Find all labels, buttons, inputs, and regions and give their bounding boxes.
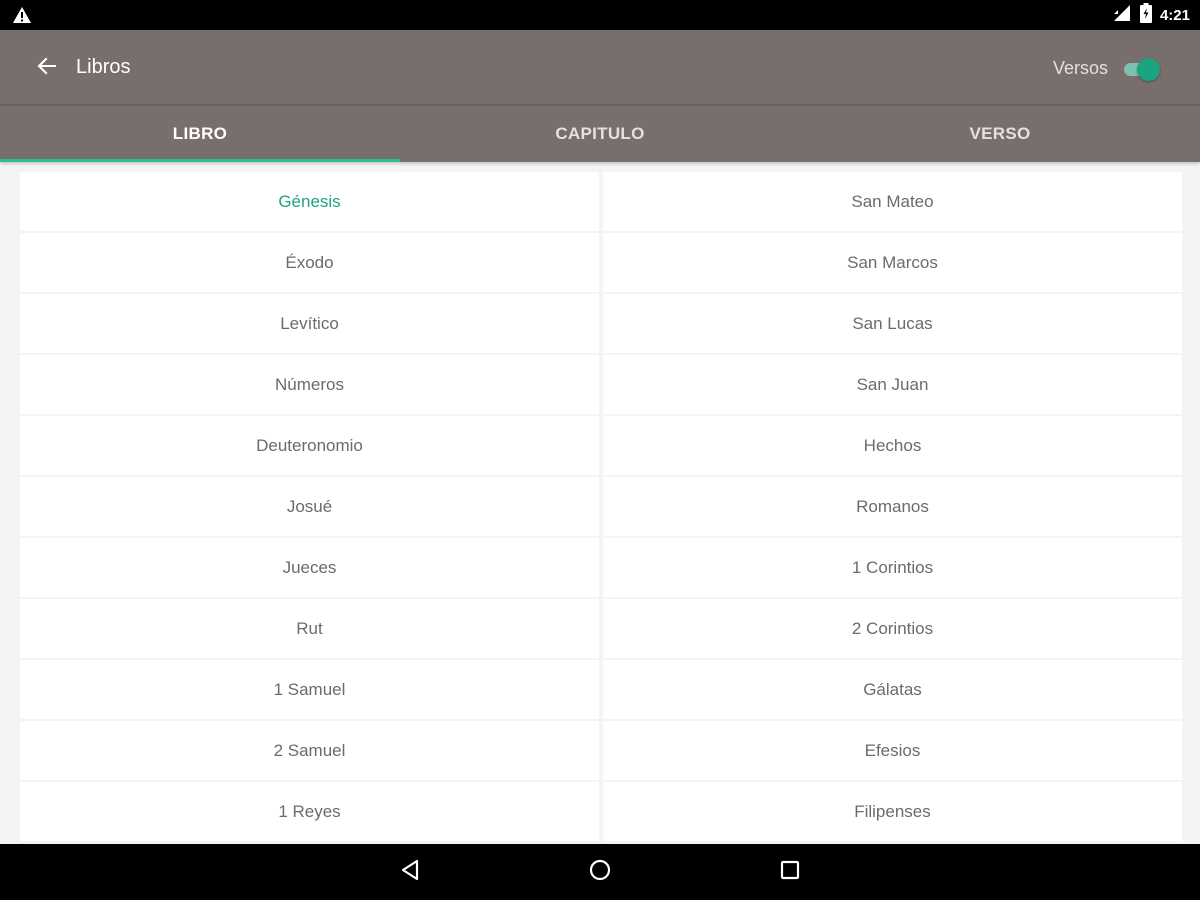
- versos-toggle[interactable]: [1122, 57, 1160, 81]
- list-item[interactable]: 2 Corintios: [603, 599, 1182, 658]
- list-item[interactable]: Números: [20, 355, 599, 414]
- list-item[interactable]: San Lucas: [603, 294, 1182, 353]
- status-bar: 4:21: [0, 0, 1200, 30]
- list-item[interactable]: Efesios: [603, 721, 1182, 780]
- tab-capitulo[interactable]: CAPITULO: [400, 106, 800, 162]
- back-button[interactable]: [28, 50, 66, 86]
- list-item[interactable]: Deuteronomio: [20, 416, 599, 475]
- nav-recents-button[interactable]: [776, 858, 804, 886]
- list-item[interactable]: 1 Samuel: [20, 660, 599, 719]
- list-item[interactable]: San Juan: [603, 355, 1182, 414]
- recents-square-icon: [778, 858, 802, 887]
- page-title: Libros: [76, 56, 131, 78]
- list-item[interactable]: Jueces: [20, 538, 599, 597]
- list-item[interactable]: 1 Corintios: [603, 538, 1182, 597]
- list-item[interactable]: Rut: [20, 599, 599, 658]
- list-item[interactable]: Filipenses: [603, 782, 1182, 841]
- list-item[interactable]: Gálatas: [603, 660, 1182, 719]
- nav-home-button[interactable]: [586, 858, 614, 886]
- tab-verso[interactable]: VERSO: [800, 106, 1200, 162]
- arrow-left-icon: [36, 55, 58, 82]
- list-item[interactable]: Éxodo: [20, 233, 599, 292]
- list-item[interactable]: 1 Reyes: [20, 782, 599, 841]
- tab-libro[interactable]: LIBRO: [0, 106, 400, 162]
- tab-bar: LIBRO CAPITULO VERSO: [0, 106, 1200, 162]
- back-triangle-icon: [398, 858, 422, 887]
- list-item[interactable]: Hechos: [603, 416, 1182, 475]
- list-item[interactable]: Romanos: [603, 477, 1182, 536]
- toggle-thumb: [1137, 58, 1160, 81]
- nav-back-button[interactable]: [396, 858, 424, 886]
- signal-icon: [1112, 4, 1132, 27]
- list-item[interactable]: Josué: [20, 477, 599, 536]
- list-item[interactable]: 2 Samuel: [20, 721, 599, 780]
- list-item[interactable]: Levítico: [20, 294, 599, 353]
- status-time: 4:21: [1159, 6, 1190, 24]
- new-testament-column: San Mateo San Marcos San Lucas San Juan …: [603, 172, 1182, 844]
- list-item[interactable]: San Marcos: [603, 233, 1182, 292]
- home-circle-icon: [588, 858, 612, 887]
- list-item[interactable]: Génesis: [20, 172, 599, 231]
- book-grid: Génesis Éxodo Levítico Números Deuterono…: [20, 172, 1182, 844]
- warning-icon: [12, 6, 32, 24]
- app-bar: Libros Versos: [0, 30, 1200, 106]
- list-item[interactable]: San Mateo: [603, 172, 1182, 231]
- battery-icon: [1139, 2, 1152, 28]
- system-nav-bar: [0, 844, 1200, 900]
- status-icons: 4:21: [1112, 0, 1190, 30]
- toggle-label: Versos: [1052, 58, 1108, 78]
- old-testament-column: Génesis Éxodo Levítico Números Deuterono…: [20, 172, 599, 844]
